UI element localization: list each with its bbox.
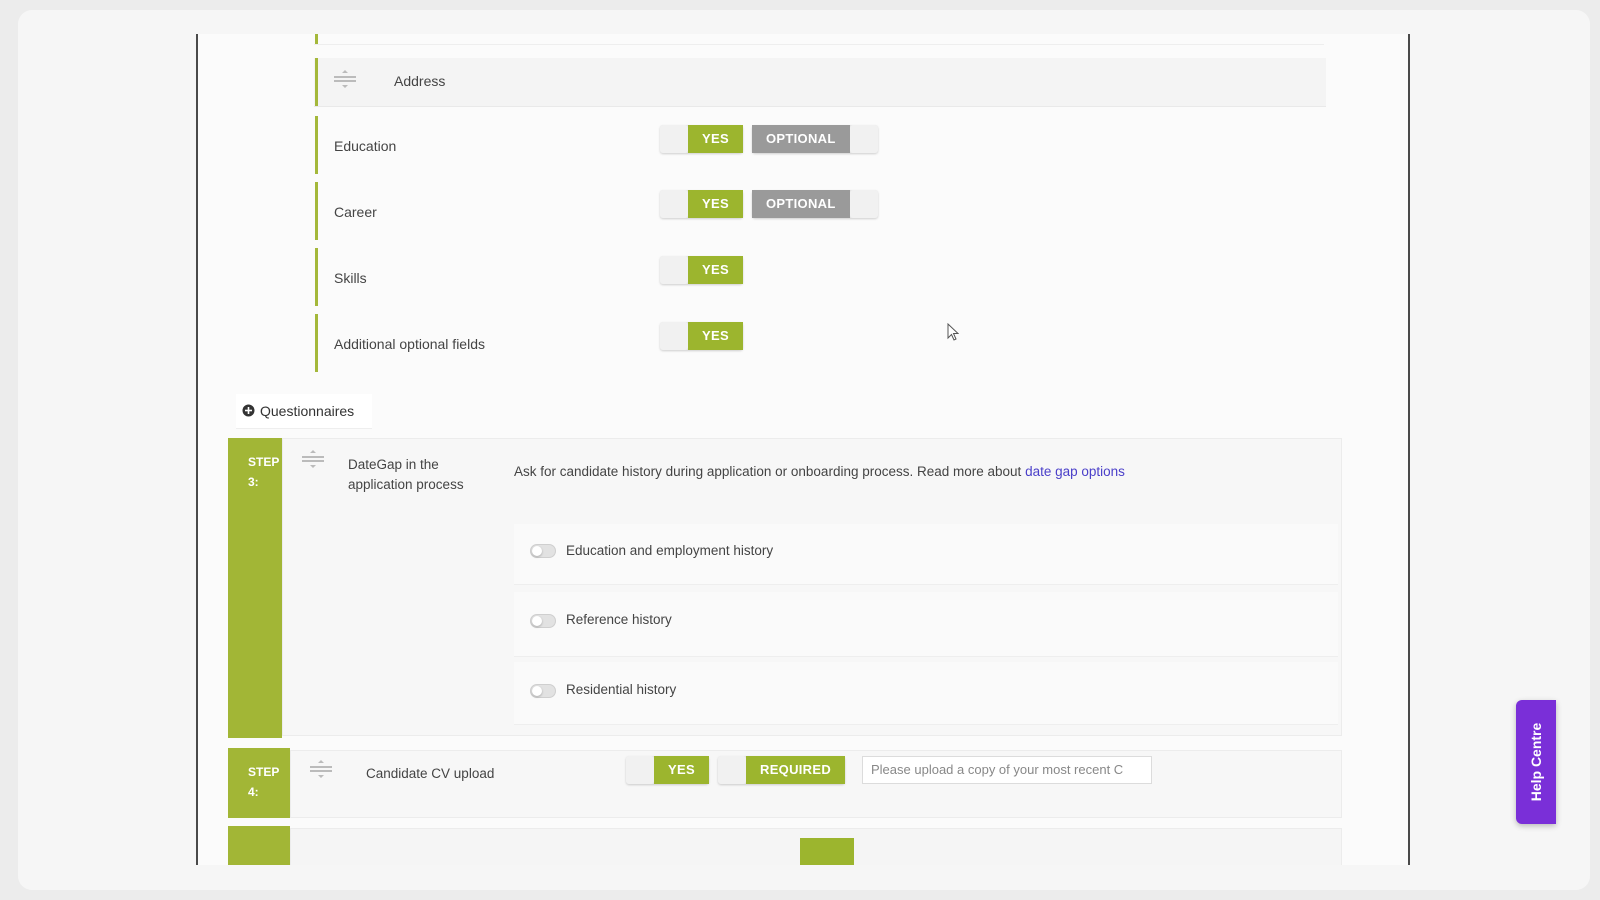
- career-enabled-toggle[interactable]: YES: [660, 190, 743, 218]
- plus-circle-icon: [242, 404, 255, 417]
- step-3-description: Ask for candidate history during applica…: [514, 464, 1125, 479]
- step-5-toggle[interactable]: [800, 838, 854, 865]
- education-employment-history-switch[interactable]: [530, 544, 556, 558]
- toggle-label: YES: [688, 190, 743, 218]
- row-accent: [315, 58, 318, 106]
- description-text: Ask for candidate history during applica…: [514, 464, 1022, 479]
- row-accent: [315, 182, 318, 240]
- row-accent: [315, 248, 318, 306]
- toggle-knob: [660, 190, 688, 218]
- drag-handle-icon[interactable]: [302, 450, 324, 468]
- step-4-title: Candidate CV upload: [366, 766, 495, 781]
- previous-row: [314, 34, 1324, 45]
- toggle-knob: [718, 756, 746, 784]
- row-accent: [315, 314, 318, 372]
- form-builder-panel: Address Education YES OPTIONAL Career YE…: [196, 34, 1410, 865]
- toggle-label: YES: [688, 256, 743, 284]
- skills-enabled-toggle[interactable]: YES: [660, 256, 743, 284]
- help-centre-label: Help Centre: [1528, 722, 1544, 802]
- toggle-knob: [849, 125, 878, 153]
- education-mode-toggle[interactable]: OPTIONAL: [752, 125, 878, 153]
- option-label: Residential history: [566, 682, 677, 697]
- field-label-education: Education: [334, 138, 397, 154]
- step-3-number: STEP 3:: [248, 455, 280, 489]
- residential-history-switch[interactable]: [530, 684, 556, 698]
- option-label: Education and employment history: [566, 543, 774, 558]
- career-mode-toggle[interactable]: OPTIONAL: [752, 190, 878, 218]
- education-enabled-toggle[interactable]: YES: [660, 125, 743, 153]
- step-5-tab: [228, 826, 290, 865]
- toggle-label: OPTIONAL: [752, 190, 850, 218]
- step-3-tab: STEP 3:: [228, 438, 282, 738]
- field-label-additional-optional-fields: Additional optional fields: [334, 336, 485, 352]
- cv-upload-hint-input[interactable]: Please upload a copy of your most recent…: [862, 756, 1152, 784]
- cv-upload-enabled-toggle[interactable]: YES: [626, 756, 709, 784]
- toggle-knob: [849, 190, 878, 218]
- mouse-cursor-icon: [947, 323, 959, 341]
- step-4-number: STEP 4:: [248, 765, 280, 799]
- questionnaires-toggle[interactable]: Questionnaires: [236, 394, 372, 429]
- toggle-label: YES: [688, 322, 743, 350]
- drag-handle-icon[interactable]: [334, 70, 356, 88]
- row-accent: [315, 116, 318, 174]
- field-label-career: Career: [334, 204, 377, 220]
- help-centre-button[interactable]: Help Centre: [1516, 700, 1556, 824]
- date-gap-options-link[interactable]: date gap options: [1025, 464, 1125, 479]
- toggle-knob: [626, 756, 654, 784]
- step-4-tab: STEP 4:: [228, 748, 290, 818]
- toggle-label: OPTIONAL: [752, 125, 850, 153]
- toggle-label: YES: [654, 756, 709, 784]
- toggle-knob: [660, 322, 688, 350]
- field-label-skills: Skills: [334, 270, 367, 286]
- drag-handle-icon[interactable]: [310, 760, 332, 778]
- questionnaires-label: Questionnaires: [260, 403, 355, 419]
- toggle-label: REQUIRED: [746, 756, 846, 784]
- toggle-knob: [660, 125, 688, 153]
- field-label-address: Address: [394, 73, 446, 89]
- address-row[interactable]: [314, 58, 1326, 107]
- toggle-knob: [660, 256, 688, 284]
- toggle-label: YES: [688, 125, 743, 153]
- reference-history-switch[interactable]: [530, 614, 556, 628]
- cv-upload-required-toggle[interactable]: REQUIRED: [718, 756, 846, 784]
- additional-fields-enabled-toggle[interactable]: YES: [660, 322, 743, 350]
- step-3-title: DateGap in the application process: [348, 457, 464, 492]
- option-label: Reference history: [566, 612, 672, 627]
- row-accent: [315, 34, 318, 44]
